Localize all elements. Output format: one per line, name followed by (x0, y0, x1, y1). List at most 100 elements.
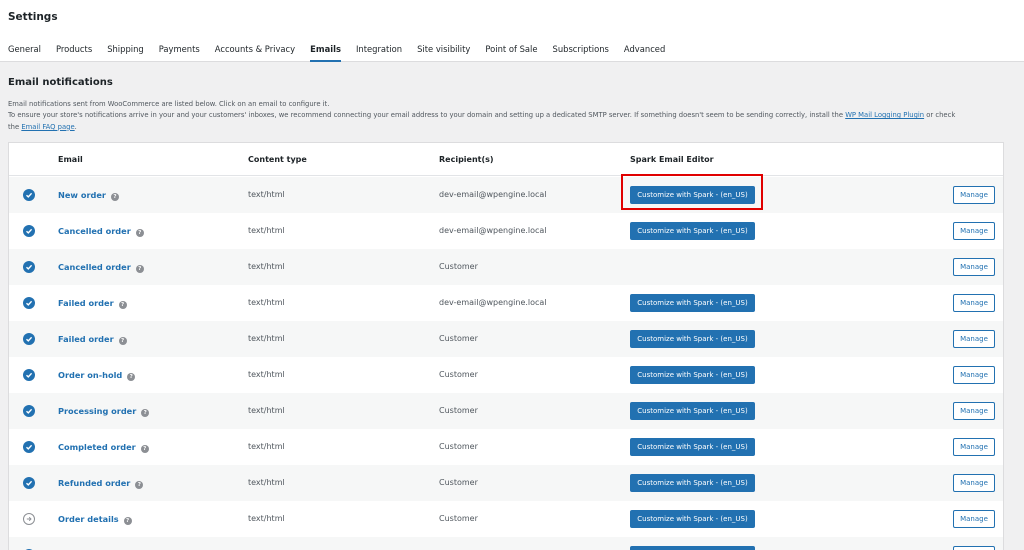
manage-button[interactable]: Manage (953, 330, 995, 348)
email-name-link[interactable]: New order? (58, 190, 119, 201)
recipient: dev-email@wpengine.local (439, 298, 547, 307)
help-icon[interactable]: ? (110, 193, 119, 201)
email-name-link[interactable]: Processing order? (58, 406, 150, 417)
table-row: Order details? text/html Customer Customize… (9, 501, 1003, 537)
customize-with-spark-button[interactable]: Customize with Spark - (en_US) (630, 186, 755, 204)
email-name-link[interactable]: Order on-hold? (58, 370, 136, 381)
table-row: New order? text/html dev-email@wpengine.lo… (9, 177, 1003, 213)
email-faq-link[interactable]: Email FAQ page (21, 123, 74, 131)
check-circle-icon (23, 441, 35, 453)
manage-button[interactable]: Manage (953, 474, 995, 492)
help-icon[interactable]: ? (123, 517, 132, 525)
column-header-recipients: Recipient(s) (439, 155, 494, 164)
customize-with-spark-button[interactable]: Customize with Spark - (en_US) (630, 366, 755, 384)
content-type: text/html (248, 442, 285, 451)
help-icon[interactable]: ? (141, 409, 150, 417)
customize-with-spark-button[interactable]: Customize with Spark - (en_US) (630, 222, 755, 240)
check-circle-icon (23, 189, 35, 201)
manage-button[interactable]: Manage (953, 186, 995, 204)
content-type: text/html (248, 226, 285, 235)
recipient: Customer (439, 370, 478, 379)
tab-point-of-sale[interactable]: Point of Sale (485, 40, 537, 62)
content-type: text/html (248, 406, 285, 415)
customize-with-spark-button[interactable]: Customize with Spark - (en_US) (630, 294, 755, 312)
email-name-link[interactable]: Completed order? (58, 442, 149, 453)
description-text: To ensure your store's notifications arr… (8, 111, 846, 120)
manage-button[interactable]: Manage (953, 294, 995, 312)
tab-integration[interactable]: Integration (356, 40, 402, 62)
tab-products[interactable]: Products (56, 40, 92, 62)
customize-with-spark-button[interactable]: Customize with Spark - (en_US) (630, 402, 755, 420)
manage-button[interactable]: Manage (953, 510, 995, 528)
recipient: Customer (439, 514, 478, 523)
check-circle-icon (23, 261, 35, 273)
help-icon[interactable]: ? (118, 301, 127, 309)
check-circle-icon (23, 369, 35, 381)
tab-accounts-privacy[interactable]: Accounts & Privacy (215, 40, 295, 62)
tab-advanced[interactable]: Advanced (624, 40, 665, 62)
table-row: Refunded order? text/html Customer Customiz… (9, 465, 1003, 501)
content-type: text/html (248, 334, 285, 343)
column-header-spark-editor: Spark Email Editor (630, 155, 714, 164)
table-row: Order on-hold? text/html Customer Customize… (9, 357, 1003, 393)
recipient: Customer (439, 262, 478, 271)
tab-site-visibility[interactable]: Site visibility (417, 40, 470, 62)
help-icon[interactable]: ? (135, 265, 144, 273)
customize-with-spark-button[interactable] (630, 546, 755, 550)
customize-with-spark-button[interactable]: Customize with Spark - (en_US) (630, 330, 755, 348)
email-notifications-table: Email Content type Recipient(s) Spark Em… (8, 142, 1004, 550)
manage-button[interactable] (953, 546, 995, 550)
settings-tabs: General Products Shipping Payments Accou… (8, 40, 680, 62)
description-text: the (8, 122, 22, 131)
content-type: text/html (248, 478, 285, 487)
help-icon[interactable]: ? (135, 481, 144, 489)
table-row: Processing order? text/html Customer Custom… (9, 393, 1003, 429)
help-icon[interactable]: ? (135, 229, 144, 237)
email-name-link[interactable]: Cancelled order? (58, 262, 144, 273)
page-title: Settings (8, 11, 58, 23)
table-row: Completed order? text/html Customer Customi… (9, 429, 1003, 465)
email-name-link[interactable]: Failed order? (58, 334, 127, 345)
help-icon[interactable]: ? (140, 445, 149, 453)
manage-button[interactable]: Manage (953, 258, 995, 276)
help-icon[interactable]: ? (118, 337, 127, 345)
tab-subscriptions[interactable]: Subscriptions (553, 40, 609, 62)
tab-shipping[interactable]: Shipping (107, 40, 144, 62)
content-type: text/html (248, 370, 285, 379)
recipient: Customer (439, 406, 478, 415)
check-circle-icon (23, 297, 35, 309)
check-circle-icon (23, 333, 35, 345)
description-line-2: To ensure your store's notifications arr… (8, 110, 1018, 121)
tab-payments[interactable]: Payments (159, 40, 200, 62)
email-name-link[interactable]: Cancelled order? (58, 226, 144, 237)
table-row: Failed order? text/html Customer Customize … (9, 321, 1003, 357)
email-name: Completed order (58, 442, 136, 452)
email-name: Order details (58, 514, 119, 524)
tab-emails[interactable]: Emails (310, 40, 341, 62)
manage-button[interactable]: Manage (953, 402, 995, 420)
wp-mail-logging-link[interactable]: WP Mail Logging Plugin (845, 111, 924, 119)
email-name: New order (58, 190, 106, 200)
email-name-link[interactable]: Refunded order? (58, 478, 144, 489)
content-type: text/html (248, 262, 285, 271)
customize-with-spark-button[interactable]: Customize with Spark - (en_US) (630, 474, 755, 492)
table-row: Cancelled order? text/html Customer Manage (9, 249, 1003, 285)
description-text: . (74, 122, 77, 131)
email-name-link[interactable]: Failed order? (58, 298, 127, 309)
table-header: Email Content type Recipient(s) Spark Em… (9, 143, 1003, 176)
column-header-email: Email (58, 155, 83, 164)
description-text: or check (924, 111, 956, 120)
customize-with-spark-button[interactable]: Customize with Spark - (en_US) (630, 510, 755, 528)
manage-button[interactable]: Manage (953, 366, 995, 384)
help-icon[interactable]: ? (127, 373, 136, 381)
content-type: text/html (248, 514, 285, 523)
column-header-content-type: Content type (248, 155, 307, 164)
email-name-link[interactable]: Order details? (58, 514, 132, 525)
email-name: Failed order (58, 298, 114, 308)
email-name: Failed order (58, 334, 114, 344)
recipient: Customer (439, 442, 478, 451)
tab-general[interactable]: General (8, 40, 41, 62)
customize-with-spark-button[interactable]: Customize with Spark - (en_US) (630, 438, 755, 456)
manage-button[interactable]: Manage (953, 438, 995, 456)
manage-button[interactable]: Manage (953, 222, 995, 240)
